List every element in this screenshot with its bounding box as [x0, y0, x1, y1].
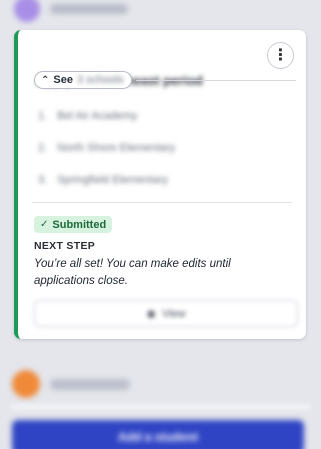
school-list: 1. Bel Air Academy 2. North Shore Elementa… — [38, 106, 175, 202]
eye-icon: ◉ — [146, 308, 156, 320]
application-card: Apply for Southeast period ⋮ ⌃ See 3 sch… — [14, 30, 306, 339]
top-profile-row[interactable] — [14, 0, 128, 22]
avatar — [12, 370, 40, 398]
chevron-up-icon: ⌃ — [41, 74, 50, 86]
profile-name — [50, 378, 130, 390]
add-student-button[interactable]: Add a student — [12, 420, 304, 449]
view-button[interactable]: ◉ View — [34, 300, 298, 327]
see-schools-row: ⌃ See 3 schools — [34, 71, 296, 89]
list-item: 2. North Shore Elementary — [38, 142, 176, 154]
list-item: 1. Bel Air Academy — [38, 110, 138, 122]
view-label: View — [161, 307, 186, 320]
divider — [32, 202, 292, 203]
more-vertical-icon: ⋮ — [272, 46, 289, 64]
next-step-text: You’re all set! You can make edits until… — [34, 258, 231, 287]
more-options-button[interactable]: ⋮ — [267, 42, 294, 69]
see-schools-toggle[interactable]: ⌃ See 3 schools — [34, 71, 133, 89]
avatar — [14, 0, 40, 22]
see-count: 3 schools — [76, 74, 124, 86]
profile-name — [50, 4, 128, 14]
status-badge: ✓ Submitted — [34, 216, 113, 233]
status-label: Submitted — [52, 218, 107, 231]
add-student-label: Add a student — [118, 430, 198, 444]
next-step-label: NEXT STEP — [34, 240, 96, 252]
check-icon: ✓ — [40, 219, 49, 230]
separator — [10, 404, 311, 410]
app-page: Apply for Southeast period ⋮ ⌃ See 3 sch… — [0, 0, 321, 449]
divider — [136, 79, 296, 81]
second-profile-row[interactable] — [12, 370, 130, 398]
see-label: See — [53, 74, 73, 86]
list-item: 3. Springfield Elementary — [38, 174, 168, 186]
